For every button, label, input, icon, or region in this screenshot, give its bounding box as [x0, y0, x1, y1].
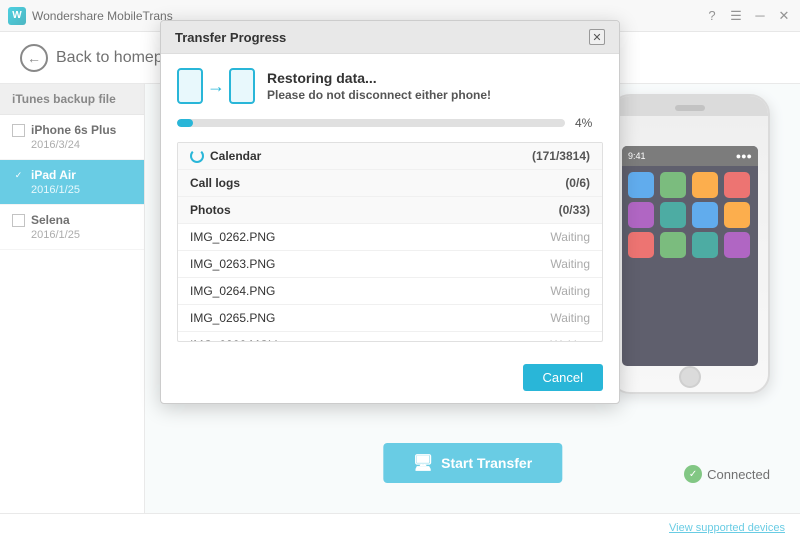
item-name-photos: Photos: [190, 203, 231, 217]
progress-container: 4%: [177, 116, 603, 130]
item-name-calllogs: Call logs: [190, 176, 240, 190]
warning-text: Please do not disconnect either phone!: [267, 88, 491, 102]
item-name-img0266: IMG_0266.MOV: [190, 338, 277, 342]
item-status-img0262: Waiting: [550, 230, 590, 244]
source-phone-box: [177, 68, 203, 104]
transfer-item-calllogs: Call logs (0/6): [178, 170, 602, 197]
transfer-item-img0266: IMG_0266.MOV Waiting: [178, 332, 602, 342]
transfer-item-img0264: IMG_0264.PNG Waiting: [178, 278, 602, 305]
progress-percent: 4%: [575, 116, 603, 130]
item-progress-calendar: (171/3814): [532, 149, 590, 163]
modal-title: Transfer Progress: [175, 30, 286, 45]
progress-bar-fill: [177, 119, 193, 127]
item-name-img0264: IMG_0264.PNG: [190, 284, 275, 298]
item-status-img0265: Waiting: [550, 311, 590, 325]
item-status-img0266: Waiting: [550, 338, 590, 342]
item-progress-calllogs: (0/6): [565, 176, 590, 190]
transfer-progress-modal: Transfer Progress ✕ → Restoring data... …: [160, 20, 620, 404]
modal-header: Transfer Progress ✕: [161, 21, 619, 54]
transfer-list: Calendar (171/3814) Call logs (0/6) Phot…: [177, 142, 603, 342]
transfer-phones-icon: →: [177, 68, 255, 104]
dest-phone-box: [229, 68, 255, 104]
transfer-item-img0262: IMG_0262.PNG Waiting: [178, 224, 602, 251]
modal-footer: Cancel: [161, 356, 619, 403]
transfer-item-photos: Photos (0/33): [178, 197, 602, 224]
cancel-button[interactable]: Cancel: [523, 364, 603, 391]
modal-overlay: Transfer Progress ✕ → Restoring data... …: [0, 0, 800, 541]
item-progress-photos: (0/33): [559, 203, 590, 217]
spinning-icon-calendar: [190, 149, 204, 163]
transfer-item-img0265: IMG_0265.PNG Waiting: [178, 305, 602, 332]
modal-body: → Restoring data... Please do not discon…: [161, 54, 619, 356]
modal-close-button[interactable]: ✕: [589, 29, 605, 45]
item-status-img0264: Waiting: [550, 284, 590, 298]
modal-status-row: → Restoring data... Please do not discon…: [177, 68, 603, 104]
item-status-img0263: Waiting: [550, 257, 590, 271]
item-name-img0263: IMG_0263.PNG: [190, 257, 275, 271]
transfer-item-calendar: Calendar (171/3814): [178, 143, 602, 170]
item-name-calendar: Calendar: [190, 149, 261, 163]
item-name-img0262: IMG_0262.PNG: [190, 230, 275, 244]
item-name-img0265: IMG_0265.PNG: [190, 311, 275, 325]
modal-status-text: Restoring data... Please do not disconne…: [267, 70, 491, 102]
progress-bar-track: [177, 119, 565, 127]
transfer-item-img0263: IMG_0263.PNG Waiting: [178, 251, 602, 278]
restoring-title: Restoring data...: [267, 70, 491, 86]
transfer-arrow-icon: →: [207, 76, 225, 97]
